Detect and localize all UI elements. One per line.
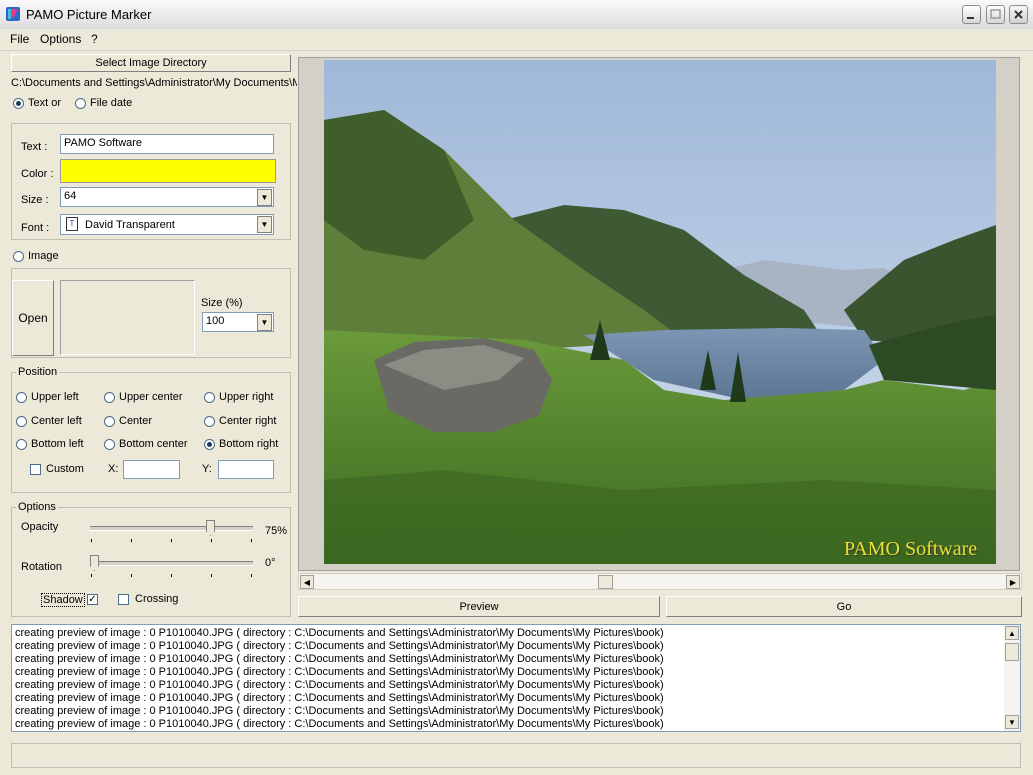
size-select[interactable]: 64 (60, 187, 274, 207)
bottom-center-label: Bottom center (119, 438, 188, 450)
text-radio[interactable] (13, 98, 24, 109)
font-select-value: David Transparent (85, 219, 175, 231)
log-line: creating preview of image : 0 P1010040.J… (15, 718, 664, 730)
image-preview-box (60, 280, 195, 355)
bottom-right-label: Bottom right (219, 438, 279, 450)
center-right-radio[interactable] (204, 416, 215, 427)
opacity-slider[interactable] (90, 519, 253, 543)
center-label: Center (119, 415, 153, 427)
size-pct-dropdown-arrow-icon[interactable]: ▼ (257, 314, 272, 331)
upper-left-label: Upper left (31, 391, 79, 403)
preview-image (324, 60, 996, 564)
font-label: Font : (21, 222, 50, 234)
text-input[interactable]: PAMO Software (60, 134, 274, 154)
y-label: Y: (202, 463, 212, 475)
x-input[interactable] (123, 460, 180, 479)
log-output[interactable]: creating preview of image : 0 P1010040.J… (11, 624, 1021, 732)
maximize-button[interactable] (986, 5, 1005, 24)
close-button[interactable] (1009, 5, 1028, 24)
menu-options[interactable]: Options (40, 32, 81, 46)
image-radio[interactable] (13, 251, 24, 262)
color-swatch[interactable] (60, 159, 276, 183)
log-line: creating preview of image : 0 P1010040.J… (15, 653, 664, 665)
bottom-center-radio[interactable] (104, 439, 115, 450)
file-date-radio-label: File date (90, 97, 133, 109)
size-pct-value: 100 (206, 315, 225, 327)
text-radio-label: Text or (28, 97, 62, 109)
log-scroll-down-arrow-icon[interactable]: ▼ (1005, 715, 1019, 729)
font-dropdown-arrow-icon[interactable]: ▼ (257, 216, 272, 233)
upper-center-radio[interactable] (104, 392, 115, 403)
upper-left-radio[interactable] (16, 392, 27, 403)
center-right-label: Center right (219, 415, 277, 427)
menu-file[interactable]: File (10, 32, 29, 46)
upper-right-radio[interactable] (204, 392, 215, 403)
preview-button[interactable]: Preview (298, 596, 660, 617)
menu-help[interactable]: ? (91, 32, 98, 46)
y-input[interactable] (218, 460, 274, 479)
center-radio[interactable] (104, 416, 115, 427)
bottom-left-label: Bottom left (31, 438, 84, 450)
scroll-left-arrow-icon[interactable]: ◀ (300, 575, 314, 589)
size-label: Size : (21, 194, 49, 206)
horizontal-scrollbar[interactable] (298, 573, 1022, 590)
font-select[interactable]: David Transparent (60, 214, 274, 235)
custom-checkbox[interactable] (30, 464, 41, 475)
x-label: X: (108, 463, 119, 475)
color-label: Color : (21, 168, 54, 180)
watermark-text: PAMO Software (844, 538, 978, 560)
log-line: creating preview of image : 0 P1010040.J… (15, 679, 664, 691)
window-title: PAMO Picture Marker (26, 7, 152, 22)
position-legend: Position (16, 366, 60, 378)
opacity-slider-thumb[interactable] (206, 520, 215, 536)
text-label: Text : (21, 141, 48, 153)
size-select-value: 64 (64, 190, 77, 202)
select-image-directory-button[interactable]: Select Image Directory (11, 54, 291, 72)
size-dropdown-arrow-icon[interactable]: ▼ (257, 189, 272, 206)
app-icon (5, 6, 21, 22)
open-button[interactable]: Open (12, 280, 54, 356)
rotation-slider[interactable] (90, 554, 253, 578)
log-line: creating preview of image : 0 P1010040.J… (15, 705, 664, 717)
horizontal-scroll-thumb[interactable] (598, 575, 613, 589)
log-line: creating preview of image : 0 P1010040.J… (15, 627, 664, 639)
shadow-label: Shadow (41, 593, 85, 607)
crossing-label: Crossing (135, 593, 179, 605)
log-line: creating preview of image : 0 P1010040.J… (15, 692, 664, 704)
scroll-right-arrow-icon[interactable]: ▶ (1006, 575, 1020, 589)
log-line: creating preview of image : 0 P1010040.J… (15, 640, 664, 652)
upper-right-label: Upper right (219, 391, 274, 403)
minimize-button[interactable] (962, 5, 981, 24)
title-bar[interactable]: PAMO Picture Marker (0, 0, 1033, 30)
bottom-right-radio[interactable] (204, 439, 215, 450)
log-line: creating preview of image : 0 P1010040.J… (15, 666, 664, 678)
upper-center-label: Upper center (119, 391, 183, 403)
log-scroll-thumb[interactable] (1005, 643, 1019, 661)
center-left-label: Center left (31, 415, 82, 427)
shadow-checkbox[interactable]: ✓ (87, 594, 98, 605)
font-file-icon: T (66, 217, 78, 231)
opacity-label: Opacity (21, 521, 59, 533)
custom-label: Custom (46, 463, 84, 475)
menu-bar: File Options ? (0, 29, 1033, 51)
options-legend: Options (16, 501, 58, 513)
go-button[interactable]: Go (666, 596, 1022, 617)
opacity-value: 75% (265, 525, 288, 537)
rotation-value: 0° (265, 557, 276, 569)
status-bar (11, 743, 1021, 768)
log-scroll-up-arrow-icon[interactable]: ▲ (1005, 626, 1019, 640)
size-pct-label: Size (%) (201, 297, 243, 309)
file-date-radio[interactable] (75, 98, 86, 109)
bottom-left-radio[interactable] (16, 439, 27, 450)
rotation-slider-thumb[interactable] (90, 555, 99, 571)
crossing-checkbox[interactable] (118, 594, 129, 605)
image-radio-label: Image (28, 250, 59, 262)
directory-path: C:\Documents and Settings\Administrator\… (11, 77, 297, 89)
center-left-radio[interactable] (16, 416, 27, 427)
rotation-label: Rotation (21, 561, 62, 573)
